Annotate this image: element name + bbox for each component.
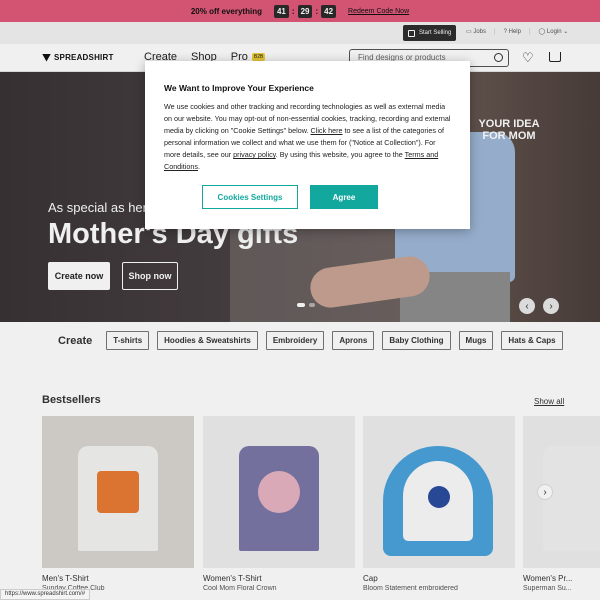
cookie-settings-button[interactable]: Cookies Settings [202, 185, 298, 209]
cookie-consent-dialog: We Want to Improve Your Experience We us… [145, 61, 470, 229]
cookie-body: We use cookies and other tracking and re… [164, 101, 451, 173]
agree-button[interactable]: Agree [310, 185, 378, 209]
cookie-title: We Want to Improve Your Experience [164, 83, 314, 93]
click-here-link[interactable]: Click here [311, 126, 343, 135]
cookie-buttons: Cookies Settings Agree [202, 185, 378, 209]
privacy-policy-link[interactable]: privacy policy [233, 150, 276, 159]
status-bar-url: https://www.spreadshirt.com/# [0, 589, 91, 600]
cookie-text: . By using this website, you agree to th… [275, 150, 405, 159]
cookie-text: . [197, 162, 200, 171]
